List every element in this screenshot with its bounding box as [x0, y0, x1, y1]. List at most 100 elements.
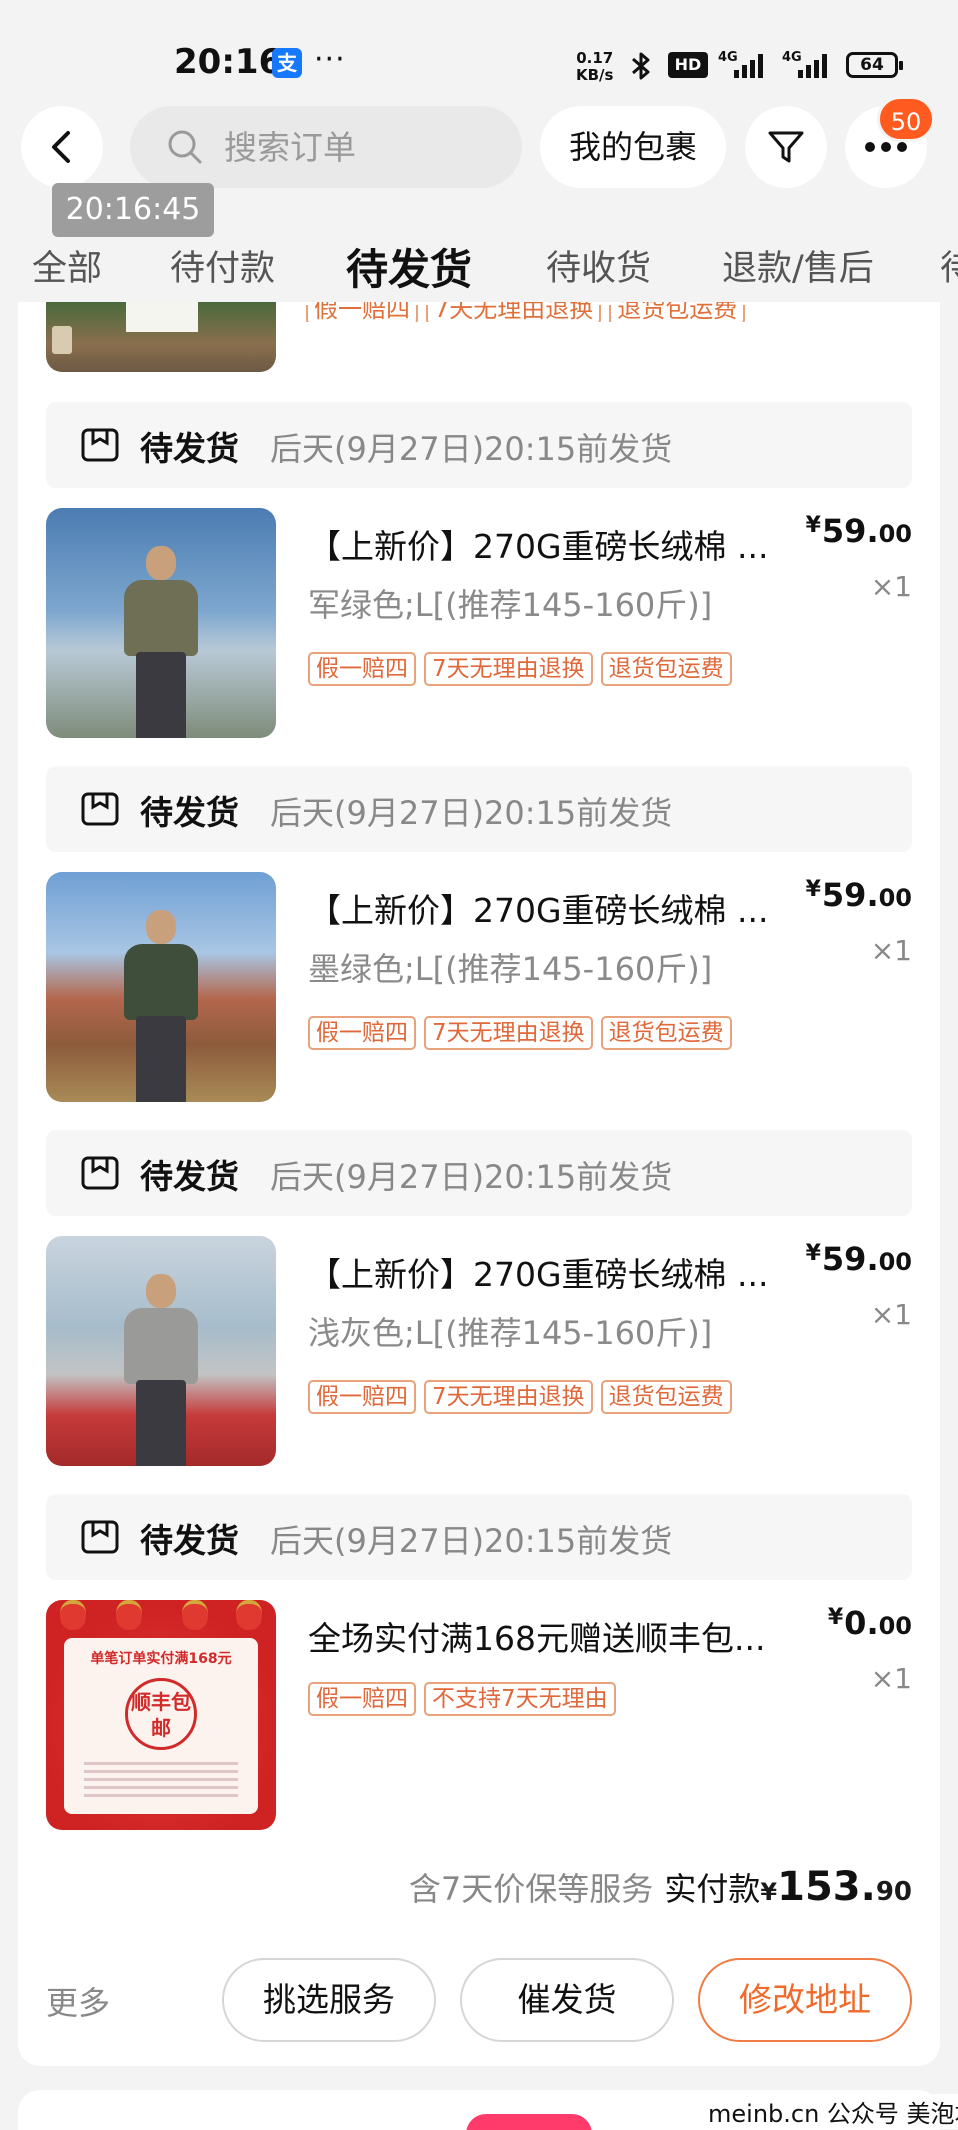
battery-icon: 64 [846, 52, 903, 78]
signal-label: 4G [782, 50, 802, 65]
lantern-icon [182, 1600, 208, 1630]
ship-deadline: 后天(9月27日)20:15前发货 [270, 1158, 673, 1196]
tab-overflow[interactable]: 待 [940, 240, 958, 291]
promo-poster: 单笔订单实付满168元 顺丰包邮 [64, 1638, 258, 1814]
model-figure [124, 1274, 198, 1466]
product-title[interactable]: 【上新价】270G重磅长绒棉 ... [308, 884, 808, 932]
signal-icon: 4G [782, 50, 834, 80]
service-tag: 7天无理由退换 [424, 652, 593, 686]
paid-amount: 153. [777, 1864, 876, 1910]
ship-deadline: 后天(9月27日)20:15前发货 [270, 794, 673, 832]
shirt [124, 580, 198, 656]
ship-deadline: 后天(9月27日)20:15前发货 [270, 430, 673, 468]
product-image[interactable] [46, 508, 276, 738]
order-summary: 含7天价保等服务 实付款¥153.90 [408, 1864, 912, 1910]
search-icon [168, 130, 202, 164]
service-tags: 假一赔四 7天无理由退换 退货包运费 [308, 1380, 740, 1414]
order-status: 待发货 [140, 1157, 239, 1196]
service-tags: 假一赔四 7天无理由退换 退货包运费 [308, 1016, 740, 1050]
order-status: 待发货 [140, 1521, 239, 1560]
back-button[interactable] [21, 106, 103, 188]
product-variant: 军绿色;L[(推荐145-160斤)] [308, 586, 713, 624]
more-dots-icon [865, 142, 907, 152]
signal-icon: 4G [718, 50, 770, 80]
network-speed-value: 0.17 [576, 49, 614, 67]
order-item[interactable]: 单笔订单实付满168元 顺丰包邮 全场实付满168元赠送顺丰包... 假一赔四不… [46, 1600, 912, 1830]
paid-label: 实付款 [664, 1870, 761, 1908]
package-icon [81, 428, 119, 462]
service-tag: 7天无理由退换 [426, 302, 602, 322]
service-tag: 退货包运费 [600, 1016, 732, 1050]
product-title[interactable]: 【上新价】270G重磅长绒棉 ... [308, 1248, 808, 1296]
shipment-status-row: 待发货 后天(9月27日)20:15前发货 [46, 1130, 912, 1216]
model-figure [124, 546, 198, 738]
service-tags-cut: 假一赔四 7天无理由退换 退货包运费 [306, 302, 753, 322]
status-time: 20:16 [174, 42, 283, 82]
urge-shipment-button[interactable]: 催发货 [460, 1958, 674, 2042]
service-tag: 假一赔四 [308, 1380, 416, 1414]
service-tags: 假一赔四 7天无理由退换 退货包运费 [308, 652, 740, 686]
tab-pending-shipment[interactable]: 待发货 [346, 236, 472, 297]
product-title[interactable]: 全场实付满168元赠送顺丰包... [308, 1612, 808, 1660]
more-actions-link[interactable]: 更多 [46, 1978, 110, 2024]
chevron-left-icon [52, 131, 70, 163]
message-count-badge: 50 [877, 96, 935, 142]
filter-button[interactable] [745, 106, 827, 188]
item-price: ¥59.00 [805, 512, 912, 550]
service-tag: 7天无理由退换 [424, 1380, 593, 1414]
tab-refund-aftersale[interactable]: 退款/售后 [722, 240, 874, 291]
gift-image[interactable]: 单笔订单实付满168元 顺丰包邮 [46, 1600, 276, 1830]
timestamp-tooltip: 20:16:45 [52, 183, 214, 237]
lantern-icon [116, 1600, 142, 1630]
item-price: ¥0.00 [827, 1604, 912, 1642]
service-tag: 退货包运费 [600, 1380, 732, 1414]
item-quantity: ×1 [870, 1662, 912, 1695]
shipment-status-row: 待发货 后天(9月27日)20:15前发货 [46, 1494, 912, 1580]
tab-all[interactable]: 全部 [32, 240, 102, 291]
service-tags: 假一赔四 不支持7天无理由 [308, 1682, 624, 1716]
product-image-cut[interactable] [46, 302, 276, 372]
service-tag: 假一赔四 [308, 652, 416, 686]
service-tag: 假一赔四 [308, 1016, 416, 1050]
product-image[interactable] [46, 1236, 276, 1466]
order-status: 待发货 [140, 793, 239, 832]
tab-pending-payment[interactable]: 待付款 [170, 240, 275, 291]
signal-label: 4G [718, 50, 738, 65]
lantern-icon [60, 1600, 86, 1630]
order-item[interactable]: 【上新价】270G重磅长绒棉 ... 浅灰色;L[(推荐145-160斤)] 假… [46, 1236, 912, 1466]
order-item[interactable]: 【上新价】270G重磅长绒棉 ... 军绿色;L[(推荐145-160斤)] 假… [46, 508, 912, 738]
search-input[interactable] [224, 106, 504, 188]
service-tag: 7天无理由退换 [424, 1016, 593, 1050]
model-figure [124, 910, 198, 1102]
order-item[interactable]: 【上新价】270G重磅长绒棉 ... 墨绿色;L[(推荐145-160斤)] 假… [46, 872, 912, 1102]
shipment-status-row: 待发货 后天(9月27日)20:15前发货 [46, 402, 912, 488]
service-tag: 不支持7天无理由 [424, 1682, 616, 1716]
bluetooth-icon [632, 52, 650, 80]
lantern-icon [236, 1600, 262, 1630]
shipment-status-row: 待发货 后天(9月27日)20:15前发货 [46, 766, 912, 852]
watermark: meinb.cn 公众号 美泡君 [704, 2094, 958, 2129]
product-variant: 浅灰色;L[(推荐145-160斤)] [308, 1314, 713, 1352]
my-packages-button[interactable]: 我的包裹 [540, 106, 726, 188]
promo-line: 单笔订单实付满168元 [90, 1651, 232, 1667]
item-quantity: ×1 [870, 934, 912, 967]
item-quantity: ×1 [870, 570, 912, 603]
search-bar[interactable] [130, 106, 522, 188]
status-bar: 20:16 支 ··· 0.17 KB/s HD 4G 4G 64 [0, 0, 958, 110]
store-badge [466, 2114, 592, 2130]
service-tag: 假一赔四 [306, 302, 418, 322]
package-icon [81, 792, 119, 826]
select-service-button[interactable]: 挑选服务 [222, 1958, 436, 2042]
tab-pending-receipt[interactable]: 待收货 [546, 240, 651, 291]
product-variant: 墨绿色;L[(推荐145-160斤)] [308, 950, 713, 988]
product-image[interactable] [46, 872, 276, 1102]
modify-address-button[interactable]: 修改地址 [698, 1958, 912, 2042]
product-title[interactable]: 【上新价】270G重磅长绒棉 ... [308, 520, 808, 568]
promo-seal: 顺丰包邮 [125, 1678, 197, 1750]
notification-dots: ··· [314, 42, 346, 77]
item-quantity: ×1 [870, 1298, 912, 1331]
service-note: 含7天价保等服务 [408, 1870, 654, 1908]
service-tag: 退货包运费 [609, 302, 746, 322]
package-icon [81, 1520, 119, 1554]
shirt [124, 944, 198, 1020]
